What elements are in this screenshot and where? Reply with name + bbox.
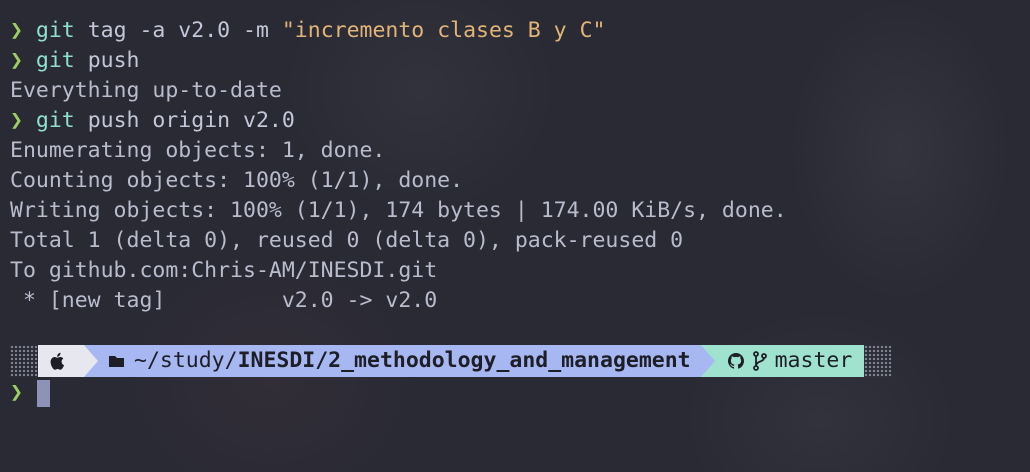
command-name: git — [35, 108, 75, 133]
directory-segment: ~/study/INESDI/2_methodology_and_managem… — [98, 345, 701, 377]
command-args: tag -a v2.0 -m — [74, 18, 282, 43]
command-args: push — [74, 48, 140, 73]
output-line: Enumerating objects: 1, done. — [10, 138, 386, 163]
command-name: git — [35, 18, 75, 43]
os-segment — [38, 345, 84, 377]
output-line: Counting objects: 100% (1/1), done. — [10, 168, 464, 193]
prompt-arrow: ❯ — [10, 380, 23, 405]
output-line: * [new tag] v2.0 -> v2.0 — [10, 288, 438, 313]
command-line: ❯ git push origin v2.0 — [10, 106, 1020, 136]
segment-separator — [84, 345, 98, 377]
output-line: Everything up-to-date — [10, 78, 282, 103]
git-branch-name: master — [774, 348, 853, 373]
command-args: push origin v2.0 — [74, 108, 295, 133]
output-line: Total 1 (delta 0), reused 0 (delta 0), p… — [10, 228, 684, 253]
apple-icon — [50, 352, 66, 370]
command-line: ❯ git push — [10, 46, 1020, 76]
github-icon — [727, 352, 745, 370]
directory-current: INESDI/2_methodology_and_management — [237, 348, 691, 373]
folder-icon — [108, 354, 126, 368]
bar-left-dither — [10, 345, 38, 377]
bar-right-dither — [864, 345, 893, 377]
prompt-arrow: ❯ — [10, 108, 23, 133]
command-line: ❯ git tag -a v2.0 -m "incremento clases … — [10, 16, 1020, 46]
text-cursor — [36, 379, 50, 407]
segment-separator — [700, 345, 715, 377]
prompt-arrow: ❯ — [10, 48, 23, 73]
terminal-output: ❯ git tag -a v2.0 -m "incremento clases … — [10, 16, 1020, 316]
command-string: "incremento clases B y C" — [281, 18, 606, 43]
prompt-status-bar: ~/study/INESDI/2_methodology_and_managem… — [10, 345, 893, 377]
command-name: git — [35, 48, 75, 73]
output-line: To github.com:Chris-AM/INESDI.git — [10, 258, 438, 283]
prompt-arrow: ❯ — [10, 18, 23, 43]
directory-prefix: ~/study/ — [134, 348, 238, 373]
git-segment: master — [714, 345, 865, 377]
git-branch-icon — [752, 351, 767, 371]
input-line[interactable]: ❯ — [10, 378, 50, 408]
output-line: Writing objects: 100% (1/1), 174 bytes |… — [10, 198, 787, 223]
